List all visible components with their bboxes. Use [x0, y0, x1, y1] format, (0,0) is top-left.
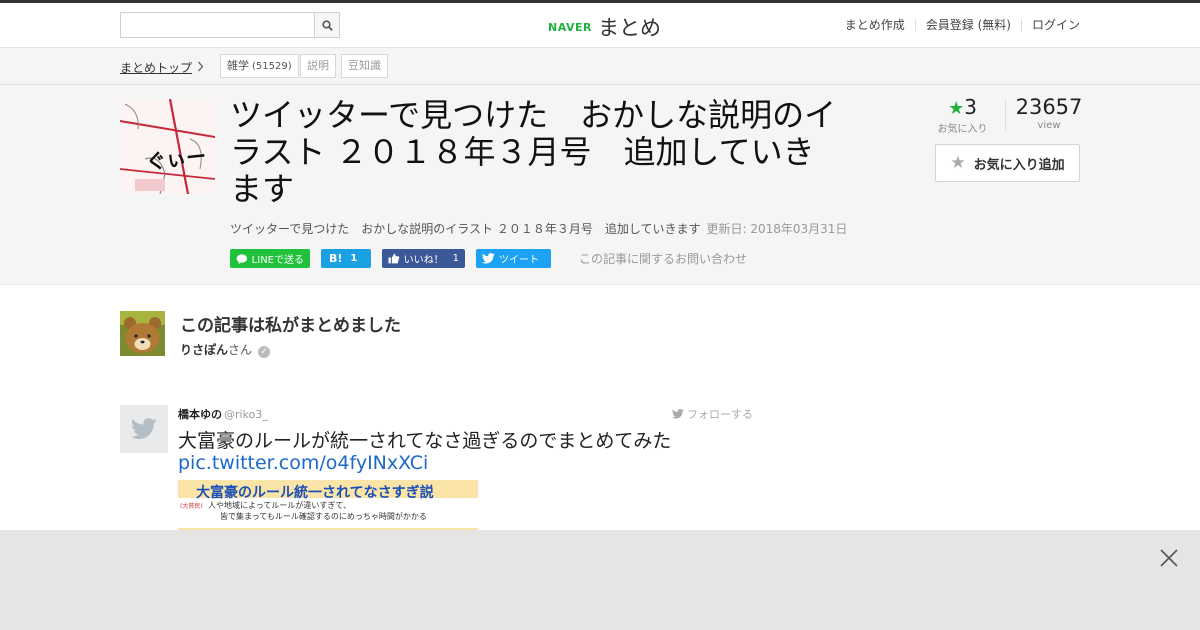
share-buttons: LINEで送る B! 1 いいね！ 1 ツイート この記事に関するお問い合わせ	[230, 249, 747, 268]
breadcrumb: まとめトップ 雑学 (51529) 説明 豆知識	[0, 48, 1200, 85]
create-matome-link[interactable]: まとめ作成	[835, 19, 915, 31]
ad-overlay	[0, 530, 1200, 630]
favorite-count: ★3 お気に入り	[935, 95, 990, 135]
facebook-like-button[interactable]: いいね！ 1	[382, 249, 465, 268]
add-favorite-label: お気に入り追加	[973, 157, 1065, 173]
follow-button[interactable]: フォローする	[671, 406, 753, 422]
image-side-note: (大貧民)	[180, 503, 203, 510]
updated-date: 更新日: 2018年03月31日	[706, 222, 848, 236]
twitter-tweet-button[interactable]: ツイート	[476, 249, 551, 268]
search-button[interactable]	[314, 13, 339, 37]
tweet-user[interactable]: 橋本ゆの @riko3_	[178, 406, 268, 422]
tweet-avatar[interactable]	[120, 405, 168, 453]
tweet-image-link[interactable]: pic.twitter.com/o4fyINxXCi	[178, 452, 428, 474]
close-button[interactable]	[1158, 547, 1180, 569]
author-name-line: りさぽんさん ✓	[180, 341, 271, 358]
follow-label: フォローする	[687, 408, 753, 421]
tweet-label: ツイート	[499, 255, 539, 266]
search-input[interactable]	[121, 13, 314, 37]
favorite-count-label: お気に入り	[937, 124, 988, 135]
chevron-right-icon	[197, 61, 204, 75]
image-title: 大富豪のルール統一されてなさすぎ説	[196, 485, 434, 501]
facebook-like-label: いいね！	[403, 255, 444, 266]
author-block: この記事は私がまとめました りさぽんさん ✓	[120, 311, 620, 358]
line-icon	[236, 253, 248, 264]
tweet-handle: @riko3_	[224, 408, 268, 421]
star-outline-icon: ★	[950, 153, 966, 173]
line-share-button[interactable]: LINEで送る	[230, 249, 310, 268]
add-favorite-button[interactable]: ★ お気に入り追加	[935, 144, 1080, 182]
avatar[interactable]	[120, 311, 165, 356]
author-name[interactable]: りさぽん	[180, 343, 228, 357]
breadcrumb-home-link[interactable]: まとめトップ	[120, 59, 192, 76]
tag-setsumei[interactable]: 説明	[300, 54, 336, 78]
image-line-2: 皆で集まってもルール確認するのにめっちゃ時間がかかる	[220, 512, 427, 521]
article-description-line: ツイッターで見つけた おかしな説明のイラスト ２０１８年３月号 追加していきます…	[230, 220, 847, 237]
naver-matome-logo[interactable]: NAVER まとめ	[548, 12, 661, 42]
facebook-like-count: 1	[452, 253, 459, 264]
hatena-bookmark-button[interactable]: B! 1	[321, 249, 371, 268]
author-suffix: さん	[228, 343, 253, 357]
hatena-icon: B!	[329, 252, 343, 265]
register-link[interactable]: 会員登録 (無料)	[914, 19, 1021, 31]
view-count-value: 23657	[1015, 95, 1083, 119]
stats-divider	[1005, 99, 1006, 131]
article-thumbnail[interactable]: ぐぃー	[120, 99, 215, 194]
logo-brand: NAVER	[548, 20, 592, 34]
tweet-image[interactable]: 大富豪のルール統一されてなさすぎ説 (大貧民) 人や地域によってルールが違いすぎ…	[178, 480, 478, 530]
close-icon	[1160, 549, 1178, 567]
favorite-count-value: 3	[964, 95, 977, 119]
tweet-user-name: 橋本ゆの	[178, 408, 222, 421]
tag-zatsugaku[interactable]: 雑学 (51529)	[220, 54, 299, 78]
article-header: ぐぃー ツイッターで見つけた おかしな説明のイラスト ２０１８年３月号 追加して…	[0, 85, 1200, 285]
thumbs-up-icon	[388, 253, 400, 264]
inquiry-link[interactable]: この記事に関するお問い合わせ	[579, 250, 747, 267]
image-line-1: 人や地域によってルールが違いすぎて、	[208, 501, 351, 510]
tag-label: 雑学	[227, 59, 249, 72]
tag-mamechishiki[interactable]: 豆知識	[341, 54, 388, 78]
twitter-bird-icon	[131, 418, 157, 439]
tag-count: (51529)	[252, 61, 292, 72]
search-box	[120, 12, 340, 38]
verified-check-icon: ✓	[258, 346, 271, 358]
site-header: NAVER まとめ まとめ作成 会員登録 (無料) ログイン	[0, 3, 1200, 48]
article-description: ツイッターで見つけた おかしな説明のイラスト ２０１８年３月号 追加していきます	[230, 222, 701, 236]
header-links: まとめ作成 会員登録 (無料) ログイン	[835, 19, 1080, 31]
view-count: 23657 view	[1015, 95, 1083, 131]
logo-service: まとめ	[597, 16, 661, 40]
embedded-tweet: 橋本ゆの @riko3_ フォローする 大富豪のルールが統一されてなさ過ぎるのでま…	[120, 405, 760, 530]
login-link[interactable]: ログイン	[1020, 19, 1080, 31]
twitter-bird-icon	[482, 253, 495, 264]
tweet-text: 大富豪のルールが統一されてなさ過ぎるのでまとめてみた	[178, 430, 672, 452]
hatena-count: 1	[350, 253, 358, 264]
star-icon: ★	[948, 98, 965, 119]
line-share-label: LINEで送る	[251, 255, 304, 266]
search-icon	[321, 19, 333, 31]
twitter-bird-icon	[671, 409, 684, 419]
view-count-label: view	[1037, 120, 1061, 131]
author-heading: この記事は私がまとめました	[180, 316, 401, 336]
article-title: ツイッターで見つけた おかしな説明のイラスト ２０１８年３月号 追加していきます	[230, 96, 837, 208]
